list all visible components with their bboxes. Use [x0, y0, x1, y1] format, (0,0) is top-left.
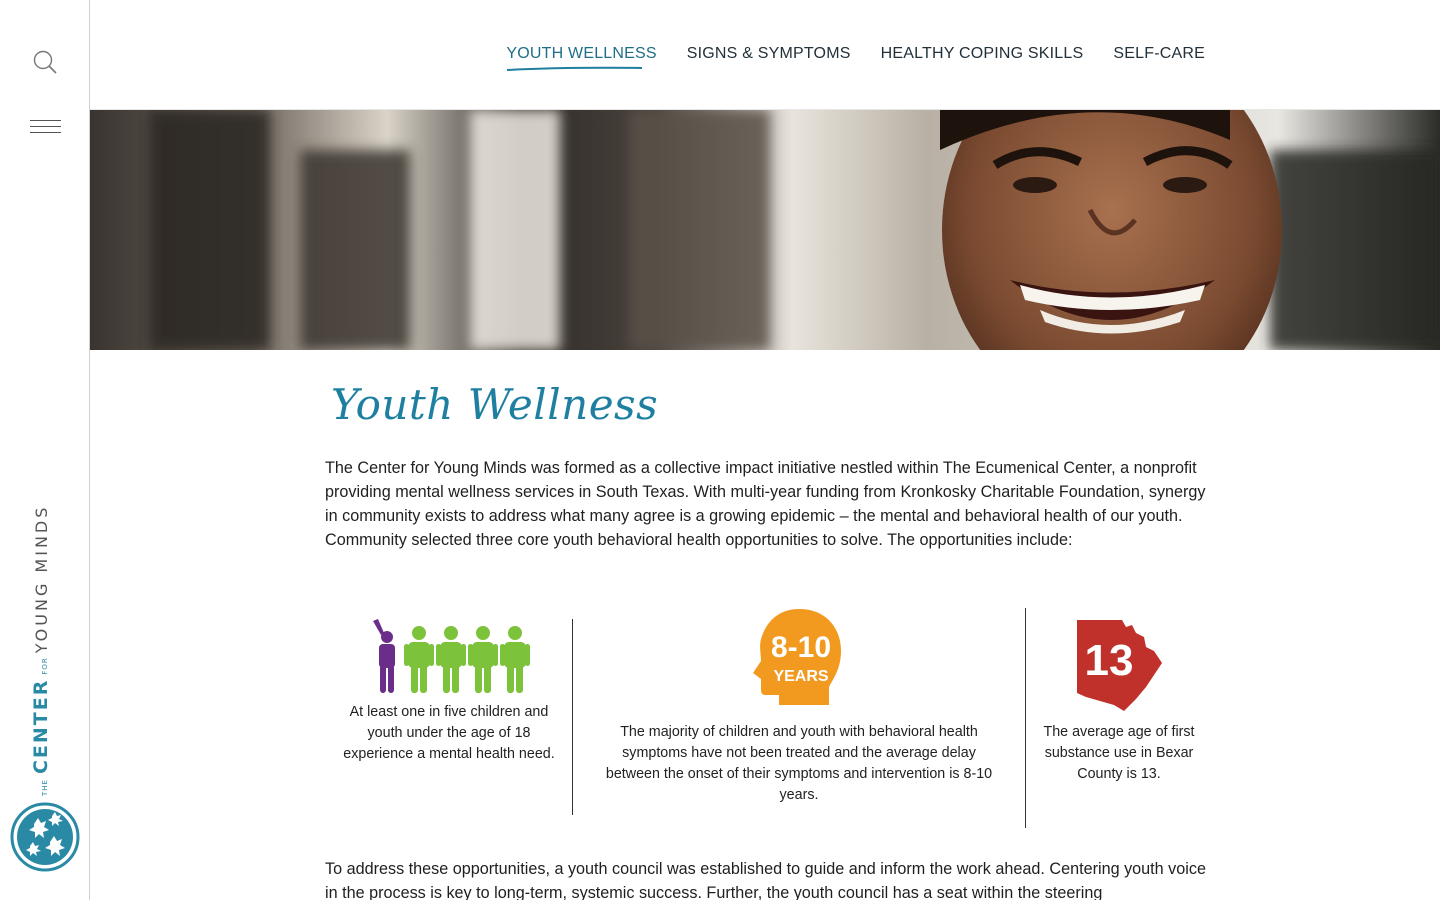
- leaves-logo-icon[interactable]: [10, 802, 80, 872]
- stat-one-in-five: At least one in five children and youth …: [339, 617, 559, 765]
- nav-menu: YOUTH WELLNESS SIGNS & SYMPTOMS HEALTHY …: [506, 45, 1205, 71]
- years-label: YEARS: [773, 668, 829, 685]
- stat-delay-years: 8-10 YEARS The majority of children and …: [603, 607, 995, 806]
- five-people-icon: [339, 617, 559, 702]
- bexar-county-map-icon: 13: [1074, 617, 1164, 722]
- brand-for: FOR: [41, 657, 49, 675]
- hamburger-icon[interactable]: [30, 118, 61, 136]
- brand-wordmark[interactable]: THE CENTER FOR YOUNG MINDS: [30, 505, 60, 796]
- nav-item-label: SELF-CARE: [1113, 45, 1205, 62]
- brand-the: THE: [41, 779, 49, 796]
- nav-item-signs-symptoms[interactable]: SIGNS & SYMPTOMS: [687, 45, 851, 67]
- stat-divider: [572, 619, 573, 815]
- sidebar: THE CENTER FOR YOUNG MINDS: [0, 0, 90, 900]
- page-title: Youth Wellness: [331, 380, 659, 429]
- stat-text: At least one in five children and youth …: [343, 704, 555, 762]
- brand-young-minds: YOUNG MINDS: [32, 504, 51, 654]
- nav-item-label: SIGNS & SYMPTOMS: [686, 45, 851, 62]
- active-underline: [507, 66, 643, 71]
- stat-first-substance-age: 13 The average age of first substance us…: [1037, 617, 1201, 785]
- stat-text: The average age of first substance use i…: [1043, 724, 1195, 782]
- main-content: Youth Wellness The Center for Young Mind…: [325, 380, 1215, 552]
- big-number: 13: [1084, 636, 1134, 685]
- search-icon[interactable]: [31, 48, 59, 76]
- stat-divider: [1025, 608, 1026, 828]
- brand-center: CENTER: [30, 678, 52, 775]
- nav-item-label: HEALTHY COPING SKILLS: [880, 45, 1084, 62]
- big-number: 8-10: [770, 631, 832, 664]
- closing-paragraph: To address these opportunities, a youth …: [325, 860, 1206, 900]
- stat-text: The majority of children and youth with …: [605, 724, 993, 803]
- intro-paragraph: The Center for Young Minds was formed as…: [325, 459, 1206, 549]
- nav-item-youth-wellness[interactable]: YOUTH WELLNESS: [506, 45, 657, 71]
- stats-section: At least one in five children and youth …: [325, 605, 1215, 830]
- nav-item-healthy-coping-skills[interactable]: HEALTHY COPING SKILLS: [881, 45, 1084, 67]
- nav-item-self-care[interactable]: SELF-CARE: [1113, 45, 1205, 67]
- nav-item-label: YOUTH WELLNESS: [506, 45, 657, 62]
- head-profile-icon: 8-10 YEARS: [749, 607, 849, 712]
- top-navigation: YOUTH WELLNESS SIGNS & SYMPTOMS HEALTHY …: [90, 0, 1440, 110]
- hero-image: [90, 110, 1440, 350]
